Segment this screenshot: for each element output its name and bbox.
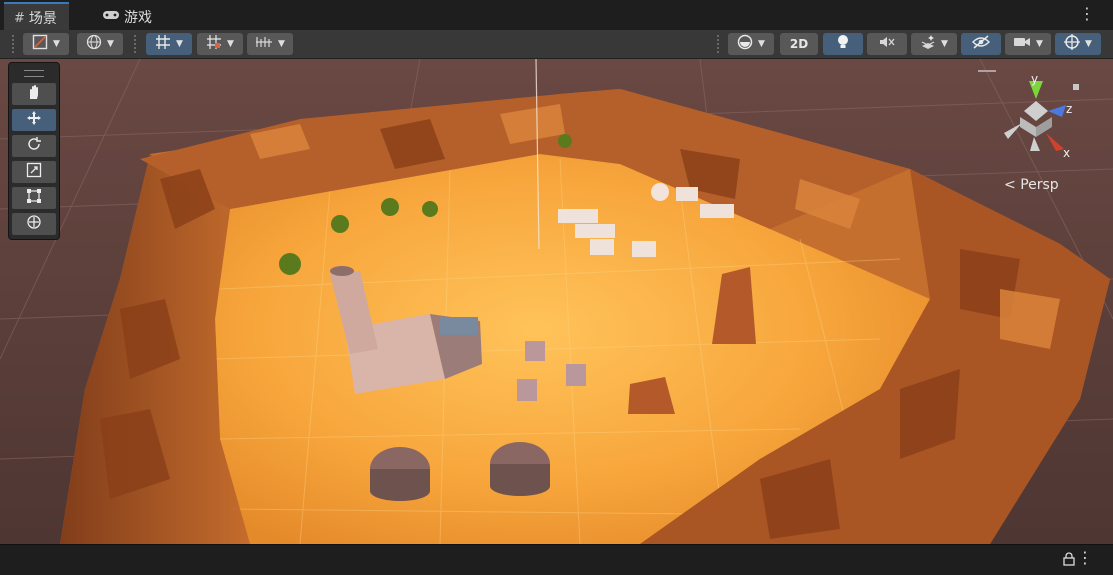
chevron-down-icon: ▼ <box>176 39 183 49</box>
transform-icon <box>26 214 42 234</box>
effects-icon <box>920 34 936 54</box>
camera-icon <box>1013 36 1031 52</box>
gizmo-x-label: x <box>1063 146 1070 160</box>
chevron-down-icon: ▼ <box>278 39 285 49</box>
gamepad-icon <box>102 9 120 25</box>
scene-render: y z x <box>0 59 1113 544</box>
grid-icon: # <box>14 10 25 26</box>
drag-handle[interactable] <box>24 70 44 77</box>
scene-viewport[interactable]: y z x < Persp <box>0 59 1113 544</box>
tab-bar: # 场景 游戏 ⋮ <box>0 0 1113 32</box>
hand-tool[interactable] <box>12 83 56 105</box>
light-bulb-icon <box>836 34 850 54</box>
chevron-down-icon: ▼ <box>107 39 114 49</box>
rect-icon <box>26 188 42 208</box>
persp-arrow-icon: < <box>1004 177 1016 193</box>
lighting-toggle[interactable] <box>823 33 863 55</box>
chevron-down-icon: ▼ <box>758 39 765 49</box>
move-icon <box>26 110 42 130</box>
globe-icon <box>86 34 102 54</box>
grid-snap-icon <box>155 34 171 54</box>
render-mode-dropdown[interactable]: ▼ <box>728 33 774 55</box>
increment-snap-icon <box>255 35 273 53</box>
draw-mode-dropdown[interactable]: ▼ <box>23 33 69 55</box>
scale-tool[interactable] <box>12 161 56 183</box>
hidden-objects-toggle[interactable] <box>961 33 1001 55</box>
toolbar-divider <box>12 35 14 53</box>
more-options-icon[interactable]: ⋮ <box>1079 6 1095 22</box>
projection-label: Persp <box>1020 177 1059 193</box>
rect-tool[interactable] <box>12 187 56 209</box>
scene-toolbar: ▼ ▼ ▼ ▼ ▼ ▼ 2D ▼ ▼ ▼ <box>0 30 1113 59</box>
hand-icon <box>26 84 42 104</box>
gizmos-dropdown[interactable]: ▼ <box>1055 33 1101 55</box>
gizmo-small-marker <box>1073 84 1079 90</box>
grid-snap-toggle[interactable]: ▼ <box>146 33 192 55</box>
toggle-2d-button[interactable]: 2D <box>780 33 818 55</box>
chevron-down-icon: ▼ <box>227 39 234 49</box>
effects-dropdown[interactable]: ▼ <box>911 33 957 55</box>
global-dropdown[interactable]: ▼ <box>77 33 123 55</box>
gizmo-z-label: z <box>1066 102 1072 116</box>
chevron-down-icon: ▼ <box>941 39 948 49</box>
chevron-down-icon: ▼ <box>53 39 60 49</box>
audio-mute-icon <box>879 35 895 53</box>
gizmo-y-label: y <box>1031 72 1038 86</box>
grid-visibility-icon <box>206 34 222 54</box>
tab-scene[interactable]: # 场景 <box>4 2 69 32</box>
bottom-bar: ⋮ <box>0 544 1113 575</box>
tools-overlay <box>8 62 60 240</box>
lock-icon[interactable] <box>1063 552 1075 570</box>
camera-dropdown[interactable]: ▼ <box>1005 33 1051 55</box>
toolbar-divider <box>134 35 136 53</box>
more-options-icon[interactable]: ⋮ <box>1077 550 1093 566</box>
grid-visibility-dropdown[interactable]: ▼ <box>197 33 243 55</box>
tab-scene-label: 场景 <box>28 11 57 27</box>
toolbar-divider <box>717 35 719 53</box>
transform-tool[interactable] <box>12 213 56 235</box>
eye-hidden-icon <box>972 35 990 53</box>
tab-game-label: 游戏 <box>124 10 152 26</box>
audio-toggle[interactable] <box>867 33 907 55</box>
scale-icon <box>26 162 42 182</box>
rotate-tool[interactable] <box>12 135 56 157</box>
chevron-down-icon: ▼ <box>1085 39 1092 49</box>
move-tool[interactable] <box>12 109 56 131</box>
toggle-2d-label: 2D <box>789 37 809 51</box>
draw-mode-icon <box>32 34 48 54</box>
gizmo-icon <box>1064 34 1081 54</box>
chevron-down-icon: ▼ <box>1036 39 1043 49</box>
render-sphere-icon <box>737 34 753 54</box>
tab-game[interactable]: 游戏 <box>94 4 160 30</box>
rotate-icon <box>26 136 42 156</box>
increment-snap-dropdown[interactable]: ▼ <box>247 33 293 55</box>
projection-toggle[interactable]: < Persp <box>1004 177 1059 193</box>
